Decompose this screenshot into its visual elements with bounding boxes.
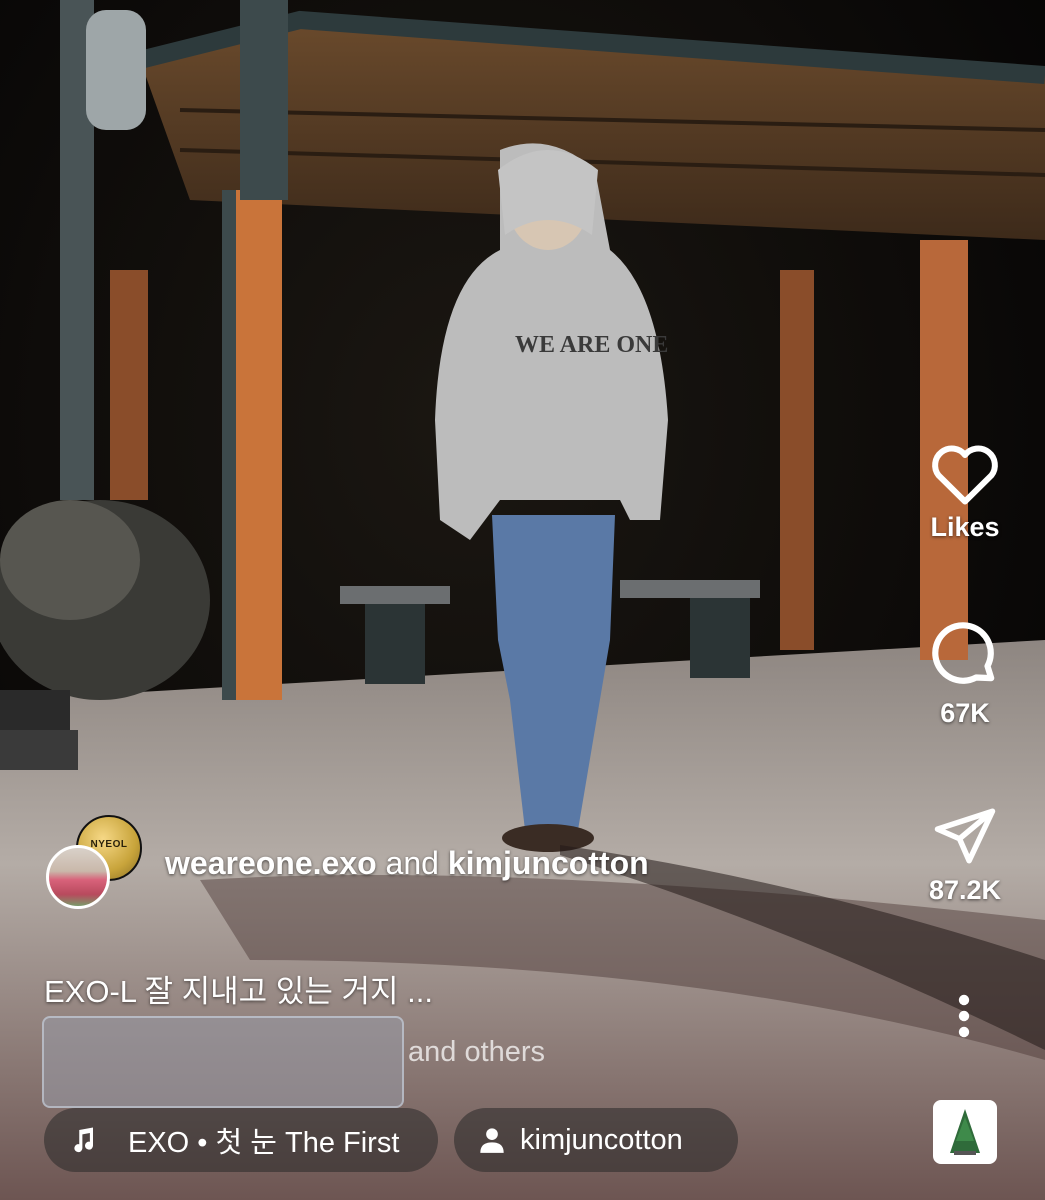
comment-button[interactable]: 67K [920, 618, 1010, 729]
person-icon [480, 1128, 504, 1153]
audio-cover-thumbnail[interactable] [933, 1100, 997, 1164]
heart-outline-icon [932, 445, 998, 505]
svg-text:WE ARE ONE: WE ARE ONE [515, 332, 668, 358]
likes-label: Likes [930, 512, 1000, 542]
share-count: 87.2K [928, 875, 1002, 905]
vertical-ellipsis-icon [958, 994, 970, 1038]
speech-bubble-icon [932, 622, 995, 684]
audio-track-pill[interactable]: EXO • 첫 눈 The First [44, 1108, 438, 1172]
liked-by-row[interactable]: and others [42, 1016, 842, 1108]
share-button[interactable]: 87.2K [920, 803, 1010, 906]
music-note-icon [74, 1127, 94, 1153]
author-link-primary[interactable]: weareone.exo [165, 845, 377, 881]
comment-count: 67K [940, 698, 990, 728]
album-art-tree-icon [936, 1103, 994, 1161]
author-link-secondary[interactable]: kimjuncotton [448, 845, 649, 881]
avatar-kimjuncotton [46, 845, 110, 909]
audio-track-label: EXO • 첫 눈 The First [128, 1127, 400, 1159]
redacted-liked-by-box [42, 1016, 404, 1108]
post-caption[interactable]: EXO-L 잘 지내고 있는 거지 ... [44, 966, 433, 1011]
tagged-user-pill[interactable]: kimjuncotton [454, 1108, 738, 1172]
collab-avatars[interactable]: NYEOL [46, 815, 142, 911]
liked-by-suffix: and others [408, 1036, 546, 1068]
author-joiner: and [385, 845, 439, 881]
paper-plane-icon [934, 808, 996, 864]
like-button[interactable]: Likes [920, 440, 1010, 543]
author-row: weareone.exo and kimjuncotton [165, 845, 649, 882]
tagged-user-label: kimjuncotton [520, 1123, 683, 1156]
more-options-button[interactable] [944, 992, 984, 1042]
